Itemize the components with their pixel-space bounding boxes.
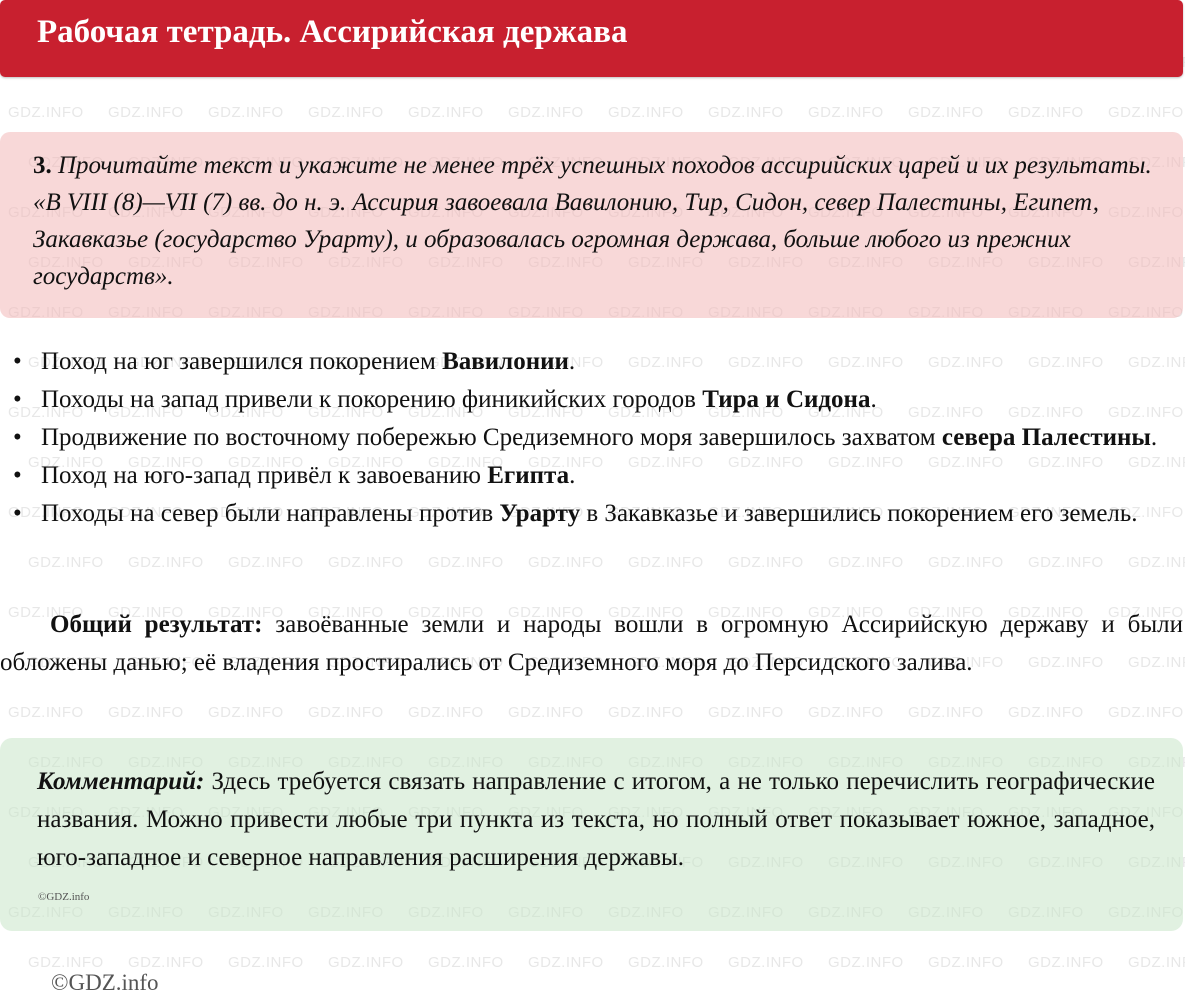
watermark-text: GDZ.INFO [928,954,1004,971]
watermark-text: GDZ.INFO [728,554,804,571]
title-bar: Рабочая тетрадь. Ассирийская держава [0,0,1183,77]
bullet-icon: • [13,500,22,527]
watermark-text: GDZ.INFO [108,104,184,121]
answer-item: • Походы на север были направлены против … [0,495,1183,533]
watermark-text: GDZ.INFO [108,704,184,721]
watermark-text: GDZ.INFO [208,704,284,721]
watermark-text: GDZ.INFO [8,704,84,721]
watermark-text: GDZ.INFO [308,104,384,121]
watermark-text: GDZ.INFO [508,704,584,721]
watermark-text: GDZ.INFO [708,104,784,121]
answer-text: Походы на север были направлены против [41,500,500,527]
answer-item: • Поход на юго-запад привёл к завоеванию … [0,457,1183,495]
answer-text-end: . [569,462,576,489]
watermark-text: GDZ.INFO [628,954,704,971]
watermark-text: GDZ.INFO [28,554,104,571]
watermark-text: GDZ.INFO [828,954,904,971]
watermark-text: GDZ.INFO [1008,704,1084,721]
answer-text: Поход на юго-запад привёл к завоеванию [41,462,488,489]
watermark-text: GDZ.INFO [428,554,504,571]
copyright-small: ©GDZ.info [38,891,90,903]
watermark-text: GDZ.INFO [508,104,584,121]
comment-text: Здесь требуется связать направление с ит… [37,768,1155,871]
watermark-text: GDZ.INFO [628,554,704,571]
watermark-text: GDZ.INFO [608,104,684,121]
watermark-text: GDZ.INFO [308,704,384,721]
answer-text: Походы на запад привели к покорению фини… [41,386,703,413]
watermark-text: GDZ.INFO [728,954,804,971]
watermark-text: GDZ.INFO [8,104,84,121]
watermark-text: GDZ.INFO [128,554,204,571]
watermark-text: GDZ.INFO [1128,954,1185,971]
summary-label: Общий результат: [50,611,263,638]
task-statement: 3. Прочитайте текст и укажите не менее т… [33,147,1155,295]
answer-item: • Походы на запад привели к покорению фин… [0,381,1183,419]
answer-highlight: Египта [487,462,570,489]
watermark-text: GDZ.INFO [828,554,904,571]
comment-label: Комментарий: [37,768,205,795]
answer-item: • Продвижение по восточному побережью Сре… [0,419,1183,457]
watermark-text: GDZ.INFO [928,554,1004,571]
comment-paragraph: Комментарий: Здесь требуется связать нап… [37,763,1155,877]
watermark-text: GDZ.INFO [808,104,884,121]
watermark-text: GDZ.INFO [708,704,784,721]
answer-highlight: Урарту [499,500,581,527]
watermark-text: GDZ.INFO [428,954,504,971]
watermark-text: GDZ.INFO [1108,104,1184,121]
answer-highlight: севера Палестины [941,424,1151,451]
answer-highlight: Тира и Сидона [702,386,871,413]
watermark-text: GDZ.INFO [908,104,984,121]
watermark-text: GDZ.INFO [208,104,284,121]
bullet-icon: • [13,462,22,489]
answer-text: Продвижение по восточному побережью Сред… [41,424,942,451]
task-text: Прочитайте текст и укажите не менее трёх… [33,152,1152,290]
watermark-text: GDZ.INFO [408,104,484,121]
bullet-icon: • [13,424,22,451]
watermark-text: GDZ.INFO [1028,954,1104,971]
answer-text: Поход на юг завершился покорением [41,348,443,375]
bullet-icon: • [13,348,22,375]
answer-highlight: Вавилонии [442,348,569,375]
watermark-text: GDZ.INFO [528,554,604,571]
task-number: 3. [33,152,52,179]
watermark-text: GDZ.INFO [128,954,204,971]
watermark-text: GDZ.INFO [1008,104,1084,121]
watermark-text: GDZ.INFO [408,704,484,721]
watermark-text: GDZ.INFO [528,954,604,971]
watermark-text: GDZ.INFO [228,954,304,971]
watermark-text: GDZ.INFO [328,554,404,571]
answer-list: • Поход на юг завершился покорением Вавил… [0,343,1183,533]
summary-paragraph: Общий результат: завоёванные земли и нар… [0,606,1183,682]
watermark-text: GDZ.INFO [28,954,104,971]
answer-text-end: . [1150,424,1158,451]
watermark-text: GDZ.INFO [228,554,304,571]
copyright-footer: ©GDZ.info [51,970,159,995]
bullet-icon: • [13,386,22,413]
watermark-text: GDZ.INFO [608,704,684,721]
watermark-text: GDZ.INFO [1108,704,1184,721]
answer-text-end: . [870,386,877,413]
answer-text-end: . [568,348,576,375]
watermark-text: GDZ.INFO [808,704,884,721]
answer-item: • Поход на юг завершился покорением Вавил… [0,343,1183,381]
watermark-text: GDZ.INFO [908,704,984,721]
watermark-text: GDZ.INFO [328,954,404,971]
answer-text-end: в Закавказье и завершились покорением ег… [580,500,1138,527]
watermark-text: GDZ.INFO [1128,554,1185,571]
watermark-text: GDZ.INFO [1028,554,1104,571]
page-title: Рабочая тетрадь. Ассирийская держава [37,14,628,50]
